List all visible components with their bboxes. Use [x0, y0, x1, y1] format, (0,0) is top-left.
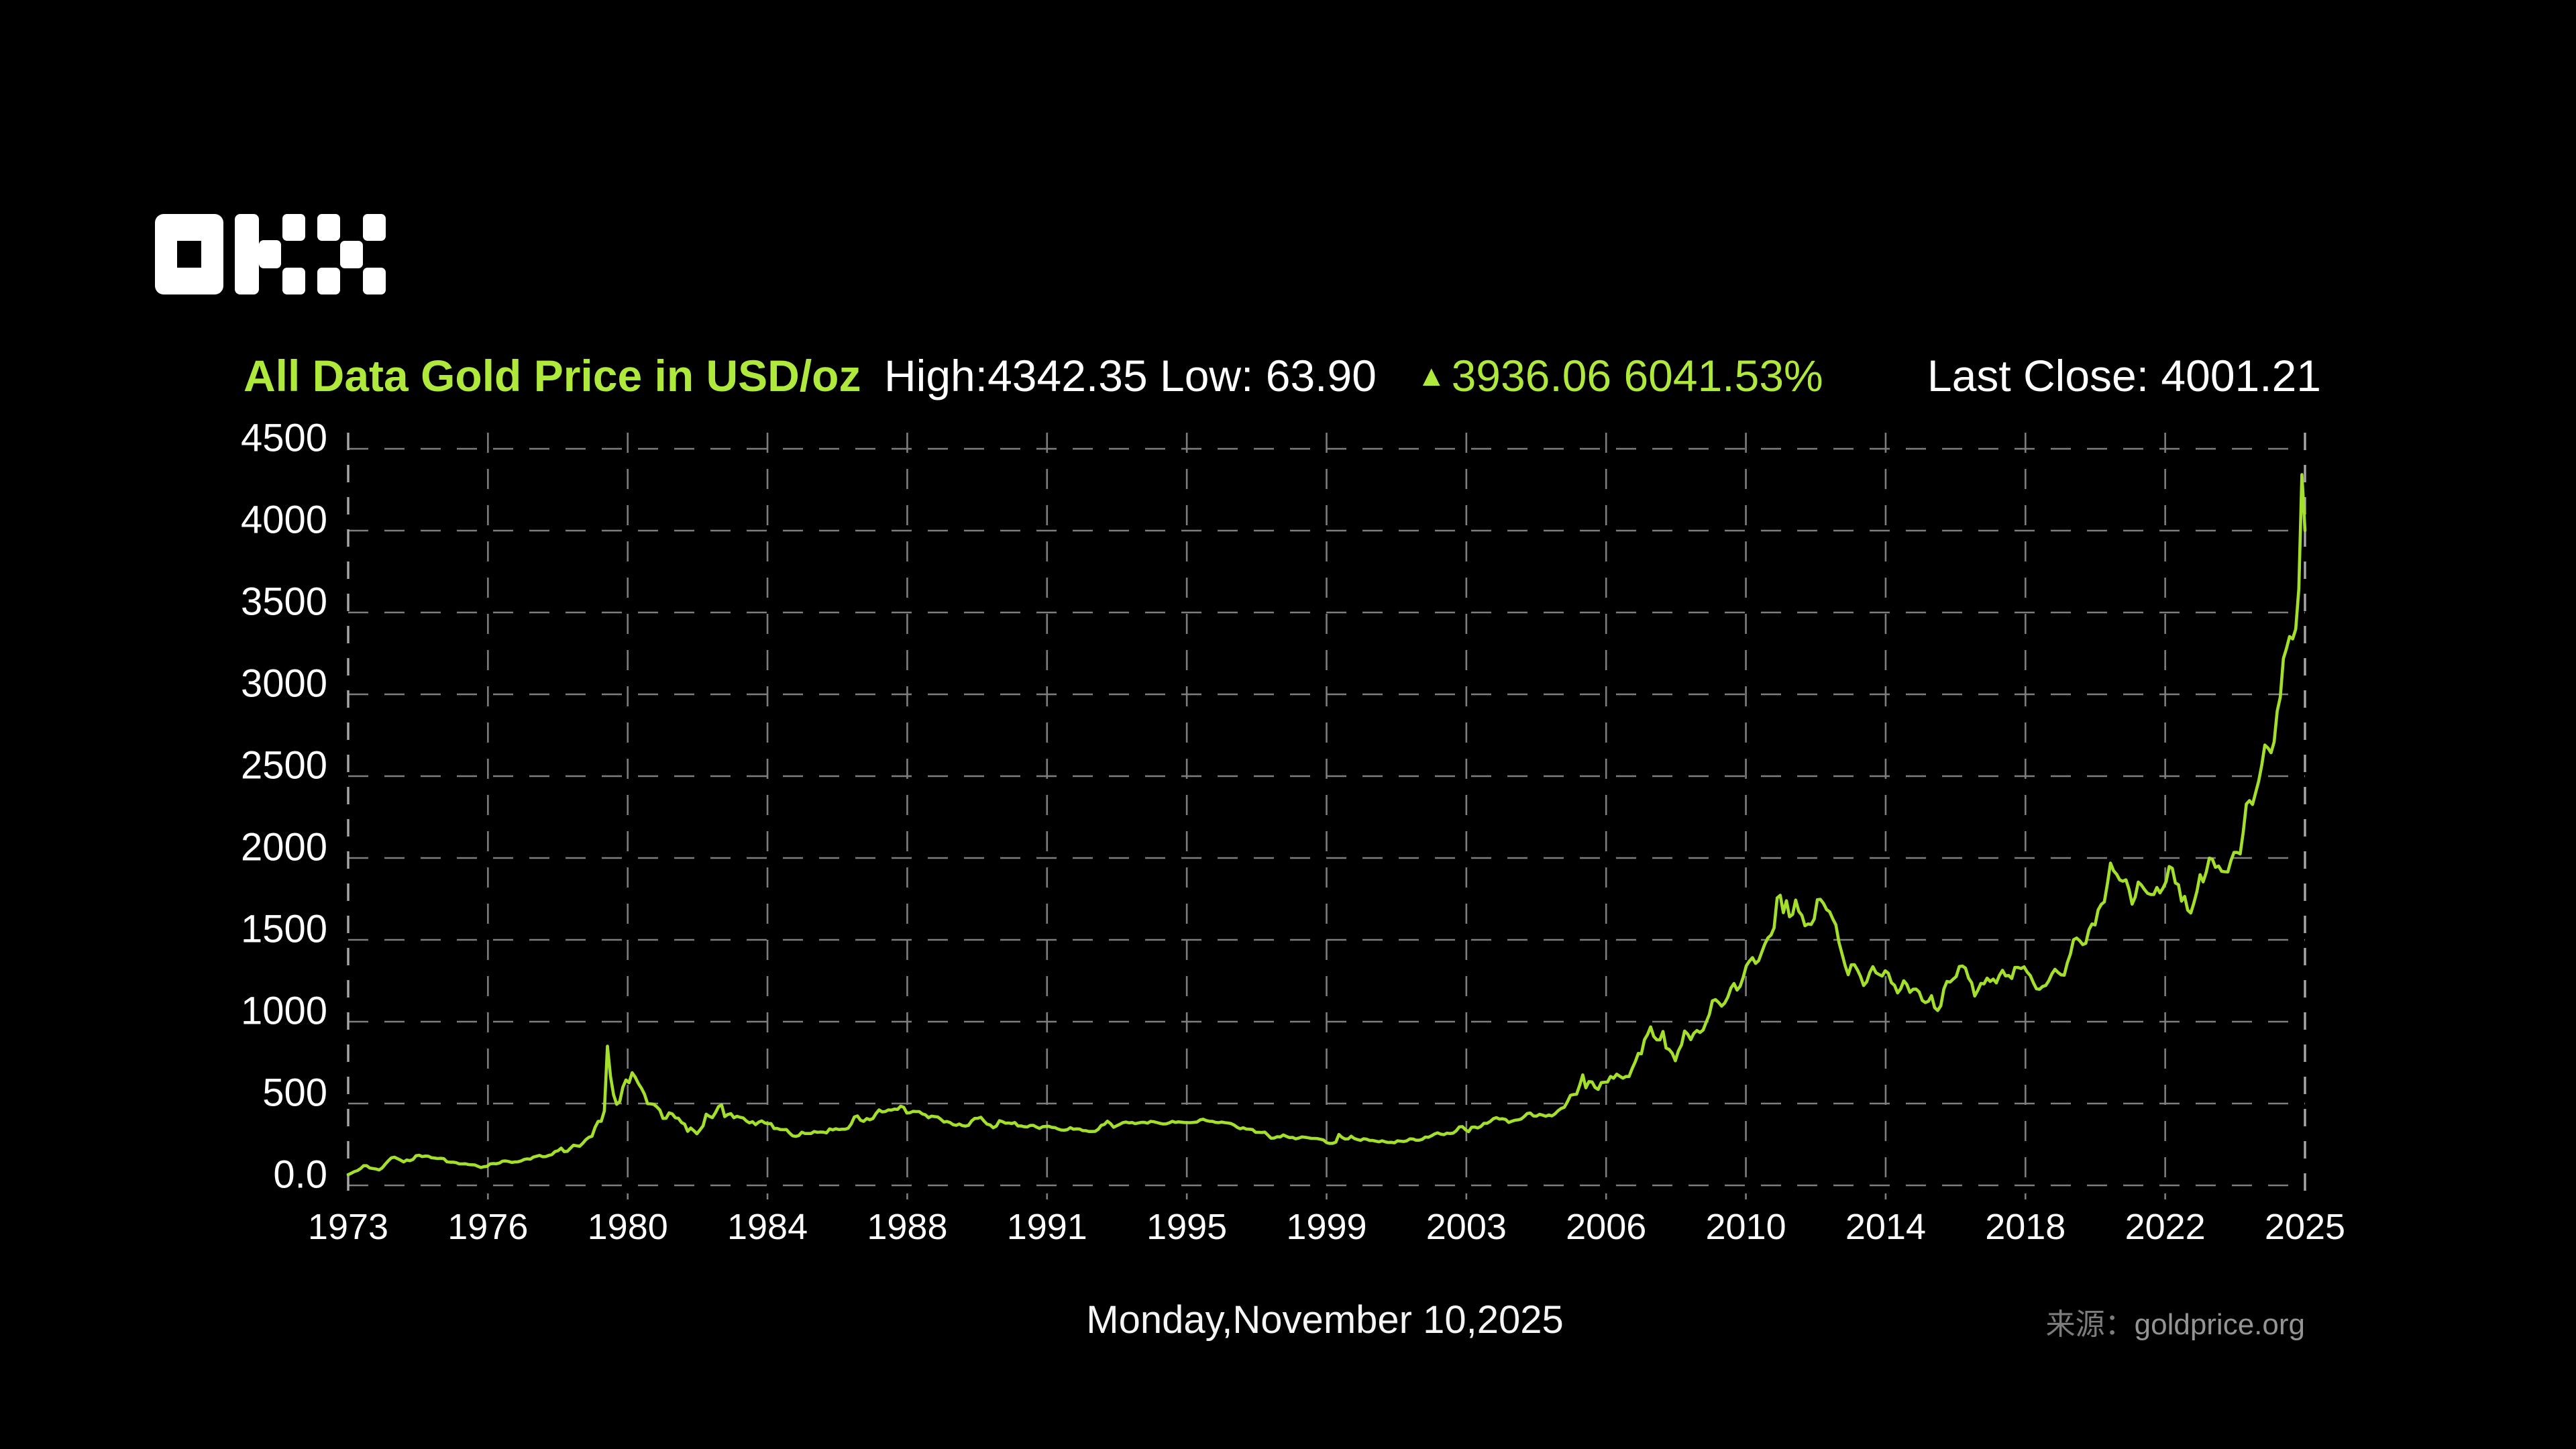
y-tick-label: 2500 — [80, 743, 327, 788]
y-tick-label: 3500 — [80, 580, 327, 625]
y-tick-label: 1000 — [80, 989, 327, 1034]
x-tick-label: 1984 — [687, 1206, 848, 1248]
x-tick-label: 1999 — [1246, 1206, 1407, 1248]
x-tick-label: 2022 — [2085, 1206, 2246, 1248]
x-tick-label: 1991 — [967, 1206, 1128, 1248]
source-label: 来源： — [2046, 1308, 2135, 1341]
x-tick-label: 1988 — [826, 1206, 987, 1248]
x-tick-label: 1976 — [407, 1206, 568, 1248]
x-tick-label: 1973 — [268, 1206, 429, 1248]
source-link[interactable]: goldprice.org — [2135, 1308, 2305, 1341]
y-tick-label: 0.0 — [80, 1152, 327, 1197]
source-credit: 来源：goldprice.org — [2046, 1300, 2305, 1343]
page-background: All Data Gold Price in USD/oz High:4342.… — [0, 0, 2576, 1449]
y-tick-label: 500 — [80, 1071, 327, 1116]
x-tick-label: 2014 — [1805, 1206, 1966, 1248]
x-tick-label: 2025 — [2224, 1206, 2385, 1248]
y-tick-label: 1500 — [80, 907, 327, 952]
y-tick-label: 4500 — [80, 416, 327, 461]
x-tick-label: 2018 — [1945, 1206, 2106, 1248]
x-tick-label: 2006 — [1525, 1206, 1686, 1248]
x-tick-label: 1980 — [547, 1206, 708, 1248]
x-tick-label: 2010 — [1666, 1206, 1827, 1248]
y-tick-label: 2000 — [80, 825, 327, 870]
footer-date: Monday,November 10,2025 — [788, 1297, 1862, 1342]
x-tick-label: 1995 — [1106, 1206, 1267, 1248]
y-tick-label: 3000 — [80, 661, 327, 706]
x-tick-label: 2003 — [1386, 1206, 1547, 1248]
y-tick-label: 4000 — [80, 498, 327, 543]
